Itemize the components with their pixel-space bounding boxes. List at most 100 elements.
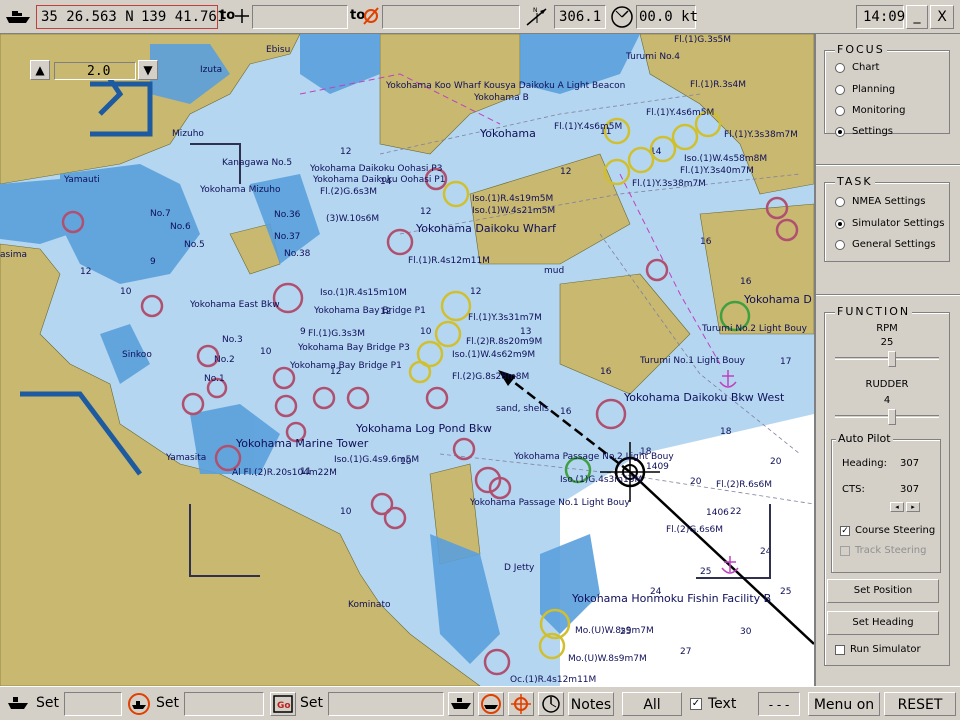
map-label: Mo.(U)W.8s9m7M [575,626,654,636]
run-simulator-checkbox[interactable]: Run Simulator [835,643,921,657]
function-title: FUNCTION [835,305,913,318]
task-radio-nmea[interactable]: NMEA Settings [835,195,925,209]
map-label: Oc.(1)R.4s12m11M [510,675,597,685]
clock-field: 14:09 [856,5,905,29]
set-label-1: Set [36,695,59,711]
svg-text:12: 12 [420,207,431,217]
zoom-value-field[interactable]: 2.0 [54,62,136,80]
map-label: 1409 [646,462,669,472]
svg-text:12: 12 [80,267,91,277]
all-button[interactable]: All [622,692,682,716]
run-simulator-label: Run Simulator [850,644,921,655]
map-label: Mizuho [172,129,204,139]
ship-icon[interactable] [6,693,30,713]
set-position-button[interactable]: Set Position [827,579,939,603]
map-label: 1406 [706,508,729,518]
map-label: (3)W.10s6M [326,214,380,224]
svg-text:10: 10 [260,347,272,357]
map-label: Fl.(2)G.6s6M [666,525,724,535]
task-option-label: NMEA Settings [852,196,926,207]
svg-text:12: 12 [560,167,571,177]
task-title: TASK [835,175,875,188]
zoom-down-button[interactable]: ▼ [138,60,158,80]
map-label: Yokohama Daikoku Wharf [416,222,556,235]
rudder-slider-track[interactable] [835,415,939,418]
track-steering-label: Track Steering [855,545,927,556]
radio-dot [835,197,845,207]
longitude-text: 139 41.761 [141,9,226,25]
course-field: 306.1 [554,5,606,29]
task-radio-simulator[interactable]: Simulator Settings [835,217,944,231]
svg-text:30: 30 [740,627,752,637]
map-label: No.7 [150,209,171,219]
task-radio-general[interactable]: General Settings [835,238,936,252]
nautical-chart[interactable]: 12 10 9 12 14 12 12 10 12 13 16 16 18 20 22 24 25 24… [0,34,814,686]
zoom-up-icon: ▲ [35,63,45,77]
radio-dot [835,240,845,250]
map-label: Yokohama East Bkw [190,300,280,310]
map-label: Fl.(1)R.3s4M [690,80,746,90]
menu-on-button[interactable]: Menu on [808,692,880,716]
svg-text:25: 25 [700,567,711,577]
map-label: Fl.(2)R.6s6M [716,480,772,490]
zoom-up-button[interactable]: ▲ [30,60,50,80]
set-field-3[interactable] [328,692,444,716]
cts-increase-button[interactable]: ▸ [906,502,920,512]
map-label: Fl.(2)G.6s3M [320,187,378,197]
ship-target-icon[interactable] [126,692,152,716]
notes-button[interactable]: Notes [568,692,614,716]
to-waypoint-field-1[interactable] [252,5,348,29]
panel-divider [816,164,960,166]
ship-mode-icon[interactable] [448,692,474,716]
close-label: X [937,9,947,25]
focus-radio-chart[interactable]: Chart [835,61,879,75]
map-label: D Jetty [504,563,535,573]
map-label: Yokohama Bay Bridge P1 [314,306,426,316]
svg-text:16: 16 [600,367,612,377]
map-label: No.37 [274,232,301,242]
svg-text:20: 20 [770,457,782,467]
ship-circle-icon[interactable] [478,692,504,716]
to-waypoint-field-2[interactable] [382,5,520,29]
svg-text:22: 22 [730,507,741,517]
course-steering-checkbox[interactable]: ✓ Course Steering [840,524,935,538]
rudder-slider-thumb[interactable] [888,409,897,425]
rpm-slider-track[interactable] [835,357,939,360]
focus-radio-monitoring[interactable]: Monitoring [835,104,905,118]
radio-dot [835,63,845,73]
menu-on-label: Menu on [813,697,875,713]
rpm-slider-thumb[interactable] [888,351,897,367]
map-label: Turumi No.2 Light Bouy [702,324,807,334]
crosshair-target-icon[interactable] [508,692,534,716]
crosshair-icon[interactable] [234,8,250,24]
minimize-button[interactable]: _ [906,5,928,29]
zoom-down-icon: ▼ [143,63,153,77]
map-label: Fl.(1)Y.3s40m7M [680,166,754,176]
map-label: Yokohama Daikoku Bkw West [624,391,785,404]
map-label: Yamauti [64,175,100,185]
compass-rose-icon[interactable] [538,692,564,716]
set-label-2: Set [156,695,179,711]
goto-icon[interactable]: Go [270,692,296,716]
set-heading-button[interactable]: Set Heading [827,611,939,635]
reset-button[interactable]: RESET [884,692,956,716]
status-field: - - - [758,692,800,716]
map-label: Fl.(1)Y.3s38m7M [724,130,798,140]
focus-radio-settings[interactable]: Settings [835,125,893,139]
map-label: Yokohama Passage No.1 Light Bouy [470,498,630,508]
course-value: 306.1 [559,9,602,25]
close-button[interactable]: X [930,5,954,29]
set-field-2[interactable] [184,692,264,716]
svg-text:N: N [533,7,538,14]
cts-decrease-button[interactable]: ◂ [890,502,904,512]
map-label: Yokohama Bay Bridge P1 [290,361,402,371]
set-field-1[interactable] [64,692,122,716]
target-icon[interactable] [362,6,380,26]
cts-label: CTS: [842,484,865,495]
position-field: 35 26.563 N 139 41.761 [36,5,225,29]
map-label: No.2 [214,355,235,365]
map-label: Fl.(2)G.8s28m8M [452,372,530,382]
ship-icon[interactable] [4,8,32,26]
focus-radio-planning[interactable]: Planning [835,83,895,97]
set-label-3: Set [300,695,323,711]
